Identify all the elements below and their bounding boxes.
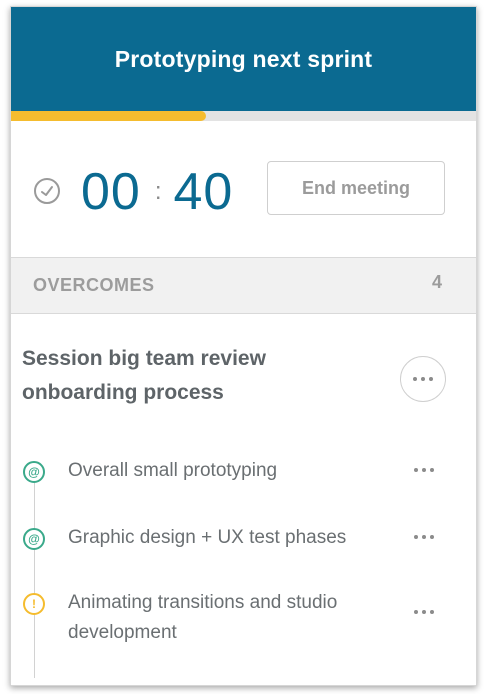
timer-separator: :	[154, 178, 162, 205]
countdown-timer: 00 : 40	[81, 157, 233, 227]
end-meeting-button[interactable]: End meeting	[267, 161, 445, 215]
meeting-progress-bar	[11, 111, 476, 121]
meeting-header: Prototyping next sprint	[11, 7, 476, 111]
mention-icon: @	[23, 461, 45, 483]
more-horizontal-icon	[414, 535, 434, 539]
item-menu-button[interactable]	[410, 606, 438, 618]
topic-menu-button[interactable]	[400, 356, 446, 402]
section-title: OVERCOMES	[33, 275, 155, 295]
section-header: OVERCOMES 4	[11, 257, 476, 314]
more-horizontal-icon	[413, 377, 433, 381]
item-menu-button[interactable]	[410, 531, 438, 543]
topic-title: Session big team review onboarding proce…	[22, 347, 266, 404]
list-item-text: Graphic design + UX test phases	[68, 527, 347, 548]
timeline-line	[34, 478, 35, 678]
section-count-badge: 4	[431, 272, 442, 292]
timer-seconds: 40	[173, 163, 234, 221]
alert-icon: !	[23, 593, 45, 615]
list-item-text: Animating transitions and studio develop…	[68, 592, 338, 643]
more-horizontal-icon	[414, 468, 434, 472]
progress-fill	[11, 111, 207, 121]
mention-icon: @	[23, 528, 45, 550]
meeting-title: Prototyping next sprint	[114, 45, 373, 72]
list-item-text: Overall small prototyping	[68, 460, 278, 481]
timer-row: 00 : 40 End meeting	[11, 121, 476, 258]
more-horizontal-icon	[414, 610, 434, 614]
clock-icon	[34, 178, 60, 204]
timer-minutes: 00	[81, 163, 141, 221]
item-menu-button[interactable]	[410, 464, 438, 476]
